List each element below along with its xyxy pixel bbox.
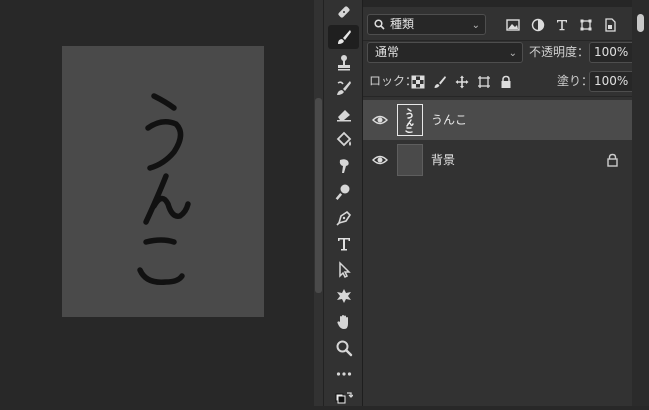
layer-row[interactable]: うんこ (363, 100, 633, 140)
layer-thumbnail (397, 104, 423, 136)
type-filter-icon (557, 20, 567, 31)
layer-thumbnail-art (405, 108, 414, 134)
pen-icon (335, 210, 351, 226)
brush-tool[interactable] (328, 25, 359, 49)
lock-transparent-pixels-button[interactable] (410, 74, 426, 90)
history-brush-icon (336, 81, 351, 95)
blend-mode-value: 通常 (375, 45, 400, 59)
opacity-value: 100% (594, 45, 629, 59)
dodge-icon (335, 184, 349, 201)
path-selection-tool[interactable] (328, 258, 359, 282)
layer-filter-kind-dropdown[interactable]: 種類 ⌄ (367, 14, 486, 35)
document-canvas[interactable] (62, 46, 264, 317)
brush-icon (337, 30, 351, 44)
scrollbar-thumb[interactable] (315, 98, 322, 293)
panel-top-bar (363, 0, 649, 7)
lock-position-button[interactable] (454, 74, 470, 90)
lock-icon (501, 75, 511, 88)
canvas-area[interactable] (0, 0, 315, 406)
pen-tool[interactable] (328, 206, 359, 230)
zoom-icon (336, 340, 352, 357)
canvas-vertical-scrollbar[interactable] (314, 0, 323, 406)
lock-all-button[interactable] (498, 74, 514, 90)
panel-separator (363, 96, 633, 97)
swap-colors-icon (335, 392, 353, 404)
handwritten-text-art (137, 93, 191, 285)
eraser-icon (336, 110, 351, 122)
panel-separator (363, 40, 633, 41)
clone-stamp-tool[interactable] (328, 51, 359, 75)
smart-object-icon (605, 18, 616, 32)
shape-filter-icon (580, 19, 592, 31)
path-selection-icon (338, 261, 351, 279)
layers-panel: 種類 ⌄ 通常 ⌄ 不透明度： 100% ⌄ ロック： 塗り： (362, 0, 649, 406)
filter-pixel-layers-button[interactable] (505, 17, 521, 33)
history-brush-tool[interactable] (328, 76, 359, 100)
panel-scrollbar[interactable] (632, 0, 649, 406)
filter-kind-label: 種類 (390, 17, 415, 31)
hand-tool[interactable] (328, 310, 359, 334)
more-tools-button[interactable] (328, 362, 359, 386)
color-swatches[interactable] (328, 386, 359, 410)
smudge-tool[interactable] (328, 154, 359, 178)
custom-shape-tool[interactable] (328, 284, 359, 308)
paint-bucket-icon (336, 131, 351, 147)
healing-brush-icon (337, 6, 350, 18)
lock-image-pixels-button[interactable] (432, 74, 448, 90)
layer-thumbnail (397, 144, 423, 176)
fill-label: 塗り： (557, 74, 594, 88)
half-circle-icon (531, 18, 545, 32)
filter-smart-objects-button[interactable] (602, 17, 618, 33)
search-icon (374, 19, 385, 30)
type-tool[interactable] (328, 232, 359, 256)
filter-adjustment-layers-button[interactable] (530, 17, 546, 33)
clone-stamp-icon (337, 55, 350, 71)
dodge-tool[interactable] (328, 180, 359, 204)
panel-scrollbar-thumb[interactable] (637, 14, 644, 32)
more-tools-icon (336, 372, 351, 376)
paint-bucket-tool[interactable] (328, 128, 359, 152)
opacity-label: 不透明度： (529, 45, 590, 59)
image-icon (506, 19, 520, 31)
lock-artboard-button[interactable] (476, 74, 492, 90)
tools-toolbar (323, 0, 362, 406)
layer-name: 背景 (431, 153, 456, 167)
artboard-icon (478, 76, 490, 88)
move-icon (455, 75, 469, 89)
chevron-down-icon: ⌄ (471, 20, 480, 31)
hand-icon (336, 315, 348, 329)
brush-lock-icon (434, 76, 446, 88)
zoom-tool[interactable] (328, 336, 359, 360)
type-icon (337, 238, 350, 251)
eraser-tool[interactable] (328, 102, 359, 126)
lock-icon (607, 153, 618, 167)
eye-icon[interactable] (372, 153, 388, 167)
chevron-down-icon: ⌄ (508, 48, 517, 59)
smudge-icon (339, 159, 349, 173)
healing-brush-tool[interactable] (328, 0, 359, 24)
custom-shape-icon (336, 289, 351, 303)
filter-type-layers-button[interactable] (554, 17, 570, 33)
layer-name: うんこ (431, 113, 468, 127)
layer-row[interactable]: 背景 (363, 140, 633, 180)
blend-mode-dropdown[interactable]: 通常 ⌄ (367, 42, 523, 63)
eye-icon[interactable] (372, 113, 388, 127)
checkerboard-icon (411, 75, 425, 89)
fill-value: 100% (594, 74, 629, 88)
filter-shape-layers-button[interactable] (578, 17, 594, 33)
